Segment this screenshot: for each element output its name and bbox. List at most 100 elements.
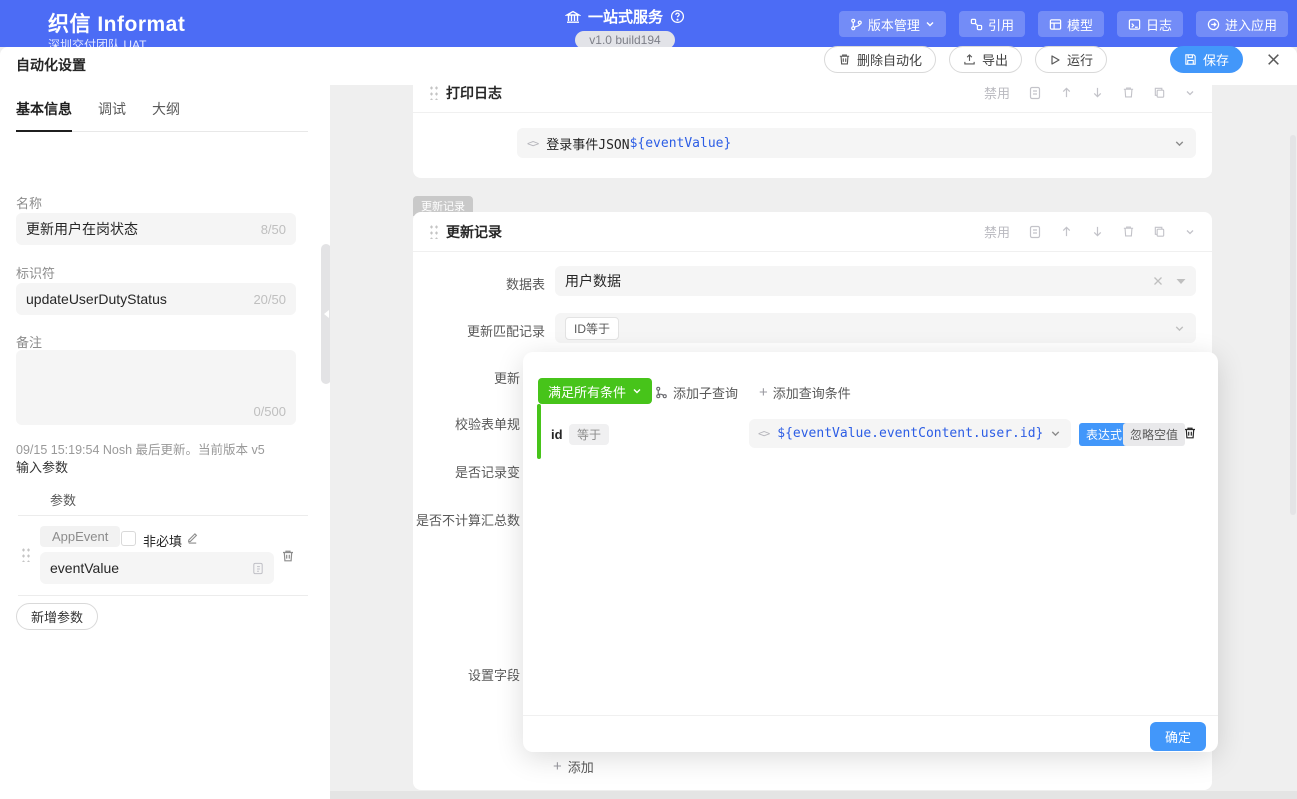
code-icon: <>	[527, 137, 538, 150]
disable-toggle[interactable]: 禁用	[984, 85, 1010, 102]
note-icon[interactable]	[1028, 225, 1042, 239]
version-manage-button[interactable]: 版本管理	[839, 11, 946, 37]
condition-value-expression: ${eventValue.eventContent.user.id}	[777, 426, 1043, 441]
collapse-node-icon[interactable]	[1184, 226, 1196, 238]
enter-app-button[interactable]: 进入应用	[1196, 11, 1288, 37]
copy-node-icon[interactable]	[1153, 86, 1166, 99]
name-input[interactable]: 更新用户在岗状态 8/50	[16, 213, 296, 245]
chevron-down-icon[interactable]	[1173, 322, 1186, 335]
data-table-select[interactable]: 用户数据	[555, 266, 1196, 296]
param-type-tag: AppEvent	[40, 526, 120, 547]
data-table-value: 用户数据	[565, 271, 621, 291]
logs-label: 日志	[1146, 15, 1172, 34]
tab-debug[interactable]: 调试	[98, 99, 126, 131]
node-print-log-header[interactable]: 打印日志 禁用	[413, 85, 1212, 113]
play-icon	[1049, 54, 1061, 66]
terminal-icon	[1128, 18, 1141, 31]
node-drag-handle[interactable]	[429, 224, 438, 239]
sidebar-tabs: 基本信息 调试 大纲	[16, 99, 308, 132]
add-subquery-button[interactable]: 添加子查询	[655, 383, 738, 402]
delete-automation-label: 删除自动化	[857, 50, 922, 69]
delete-condition-icon[interactable]	[1183, 426, 1197, 440]
move-down-icon[interactable]	[1091, 86, 1104, 99]
move-down-icon[interactable]	[1091, 225, 1104, 238]
output-value-expression: ${eventValue}	[630, 136, 732, 151]
vertical-scrollbar[interactable]	[1290, 135, 1296, 515]
save-button[interactable]: 保存	[1170, 46, 1243, 73]
hidden-field-label: 校验表单规	[330, 414, 520, 433]
modal-title: 自动化设置	[16, 55, 86, 75]
move-up-icon[interactable]	[1060, 86, 1073, 99]
add-field-button[interactable]: + 添加	[553, 757, 594, 776]
help-circle-icon[interactable]	[670, 9, 685, 24]
table-icon	[1049, 18, 1062, 31]
confirm-button[interactable]: 确定	[1150, 722, 1206, 751]
modal-header: 自动化设置 删除自动化 导出 运行 保存	[0, 47, 1297, 85]
param-name-input[interactable]: eventValue	[40, 552, 274, 584]
tab-outline[interactable]: 大纲	[152, 99, 180, 131]
identifier-input[interactable]: updateUserDutyStatus 20/50	[16, 283, 296, 315]
disable-toggle[interactable]: 禁用	[984, 222, 1010, 241]
trash-icon	[838, 53, 851, 66]
add-subquery-label: 添加子查询	[673, 383, 738, 402]
condition-field-name: id	[551, 427, 563, 442]
remark-textarea[interactable]: 0/500	[16, 350, 296, 425]
move-up-icon[interactable]	[1060, 225, 1073, 238]
node-update-record-header[interactable]: 更新记录 禁用	[413, 212, 1212, 252]
app-title-group: 一站式服务 v1.0 build194	[540, 0, 710, 47]
param-drag-handle[interactable]	[21, 547, 30, 562]
enter-app-icon	[1207, 18, 1220, 31]
tab-basic-info[interactable]: 基本信息	[16, 99, 72, 132]
remark-counter: 0/500	[253, 404, 286, 419]
branch-icon	[850, 18, 863, 31]
condition-mode-label: 满足所有条件	[548, 382, 626, 401]
collapse-node-icon[interactable]	[1184, 87, 1196, 99]
run-label: 运行	[1067, 50, 1093, 69]
match-record-label: 更新匹配记录	[413, 321, 545, 340]
add-param-button[interactable]: 新增参数	[16, 603, 98, 630]
condition-group-bar	[537, 404, 541, 459]
chevron-down-icon[interactable]	[1049, 427, 1062, 440]
plus-icon: +	[553, 758, 562, 775]
hidden-field-label: 是否不计算汇总数	[330, 510, 520, 529]
clear-icon[interactable]	[1152, 275, 1164, 287]
model-button[interactable]: 模型	[1038, 11, 1104, 37]
add-condition-button[interactable]: + 添加查询条件	[759, 383, 851, 402]
output-content-input[interactable]: <> 登录事件JSON${eventValue}	[517, 128, 1196, 158]
condition-mode-dropdown[interactable]: 满足所有条件	[538, 378, 652, 404]
node-title: 更新记录	[446, 222, 502, 242]
hidden-field-label: 设置字段	[330, 665, 520, 684]
delete-param-icon[interactable]	[281, 549, 295, 563]
reference-button[interactable]: 引用	[959, 11, 1025, 37]
delete-node-icon[interactable]	[1122, 225, 1135, 238]
ignore-empty-tag[interactable]: 忽略空值	[1123, 423, 1185, 446]
reference-icon	[970, 18, 983, 31]
condition-operator-tag[interactable]: 等于	[569, 424, 609, 445]
chevron-down-icon[interactable]	[1173, 137, 1186, 150]
close-icon[interactable]	[1266, 52, 1281, 67]
name-counter: 8/50	[261, 222, 286, 237]
delete-node-icon[interactable]	[1122, 86, 1135, 99]
horizontal-scrollbar[interactable]	[330, 791, 1297, 799]
edit-pencil-icon[interactable]	[186, 531, 199, 544]
expression-tag[interactable]: 表达式	[1079, 423, 1129, 446]
version-manage-label: 版本管理	[868, 15, 920, 34]
data-table-label: 数据表	[413, 274, 545, 293]
identifier-label: 标识符	[16, 263, 55, 282]
select-caret-icon[interactable]	[1176, 278, 1186, 285]
param-name-value: eventValue	[50, 560, 119, 576]
param-optional-checkbox[interactable]	[121, 531, 136, 546]
condition-value-input[interactable]: <> ${eventValue.eventContent.user.id}	[749, 419, 1071, 448]
note-icon[interactable]	[1028, 86, 1042, 100]
run-button[interactable]: 运行	[1035, 46, 1107, 73]
match-record-select[interactable]: ID等于	[555, 313, 1196, 343]
insert-field-icon[interactable]	[252, 562, 264, 575]
code-icon: <>	[758, 427, 769, 440]
delete-automation-button[interactable]: 删除自动化	[824, 46, 936, 73]
logs-button[interactable]: 日志	[1117, 11, 1183, 37]
node-drag-handle[interactable]	[429, 85, 438, 100]
modal-actions: 删除自动化 导出 运行 保存	[824, 46, 1281, 73]
copy-node-icon[interactable]	[1153, 225, 1166, 238]
input-params-label: 输入参数	[16, 457, 68, 476]
export-button[interactable]: 导出	[949, 46, 1022, 73]
